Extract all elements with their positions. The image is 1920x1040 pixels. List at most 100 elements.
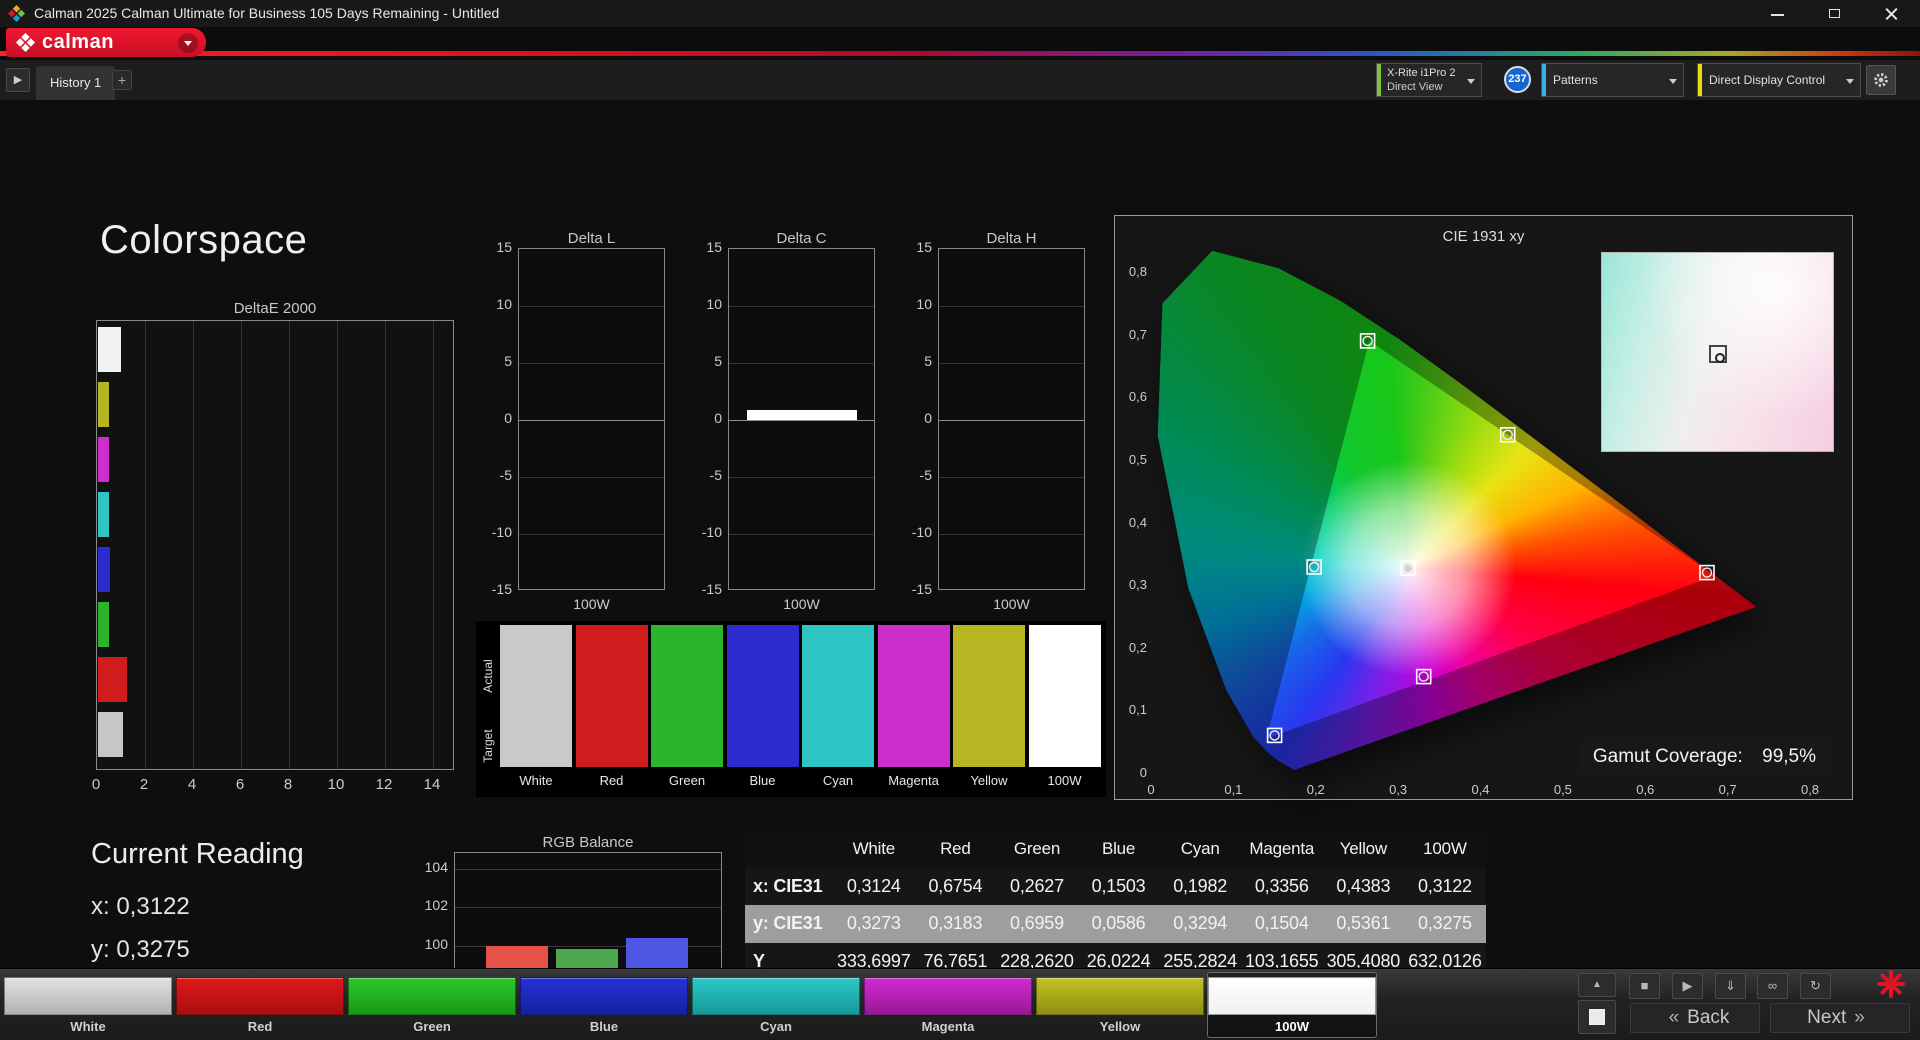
maximize-icon	[1829, 9, 1840, 18]
pattern-button-magenta[interactable]: Magenta	[864, 973, 1032, 1037]
pattern-swatch	[520, 977, 688, 1015]
link-button[interactable]: ∞	[1757, 973, 1788, 999]
deltae-bar-red	[98, 657, 127, 702]
calman-logo[interactable]: calman	[6, 28, 206, 57]
axis-tick-label: 0,1	[1224, 782, 1243, 797]
table-corner-cell	[745, 830, 833, 868]
pattern-button-white[interactable]: White	[4, 973, 172, 1037]
measured-point-blue	[1269, 730, 1280, 741]
logo-menu-button[interactable]	[178, 32, 198, 53]
pattern-button-green[interactable]: Green	[348, 973, 516, 1037]
gridline	[939, 534, 1084, 535]
table-row: y: CIE31 0,3273 0,3183 0,6959 0,0586 0,3294 0,…	[745, 905, 1486, 943]
axis-tick-label: 2	[139, 776, 149, 793]
delta-chart-delta-l: Delta L 15 10 5 0 -5 -10 -15 100W	[474, 230, 669, 620]
gridline	[337, 321, 338, 769]
table-cell: 0,3273	[846, 913, 901, 934]
gamut-coverage: Gamut Coverage: 99,5%	[1578, 741, 1830, 773]
minimize-icon	[1771, 14, 1784, 16]
pattern-up-button[interactable]: ▲	[1578, 973, 1616, 997]
refresh-button[interactable]: ↻	[1800, 973, 1831, 999]
axis-tick-label: 5	[714, 353, 722, 369]
axis-tick-label: 104	[424, 859, 448, 875]
deltae-bar-100w	[98, 327, 122, 372]
axis-tick-label: 0,1	[1128, 702, 1147, 718]
next-label: Next	[1807, 1007, 1847, 1028]
column-header: Cyan	[1180, 839, 1220, 858]
stop-button[interactable]: ■	[1629, 973, 1660, 999]
axis-label: 100W	[573, 596, 610, 612]
maximize-button[interactable]	[1806, 0, 1863, 27]
measured-point-cyan	[1308, 561, 1320, 573]
axis-tick-label: -15	[491, 581, 512, 597]
axis-tick-label: 12	[375, 776, 393, 793]
axis-tick-label: 4	[187, 776, 197, 793]
strip-swatch-label: Cyan	[822, 773, 854, 788]
close-button[interactable]	[1863, 0, 1920, 27]
play-button[interactable]: ▶	[1672, 973, 1703, 999]
pattern-button-100w[interactable]: 100W	[1207, 972, 1377, 1038]
save-button[interactable]: ⇓	[1715, 973, 1746, 999]
meter-dropdown[interactable]: X-Rite i1Pro 2 Direct View	[1376, 63, 1482, 97]
pattern-swatch	[864, 977, 1032, 1015]
axis-tick-label: -5	[709, 467, 722, 483]
axis-tick-label: -15	[911, 581, 932, 597]
strip-swatch-label: White	[519, 773, 553, 788]
deltae-bar-green	[98, 602, 109, 647]
pattern-button-red[interactable]: Red	[176, 973, 344, 1037]
pattern-window-button[interactable]	[1578, 1000, 1616, 1034]
gridline	[729, 420, 874, 421]
measured-point-yellow	[1502, 429, 1513, 441]
axis-tick-label: 0	[714, 410, 722, 426]
table-cell: 0,3275	[1418, 913, 1472, 934]
pattern-button-yellow[interactable]: Yellow	[1036, 973, 1204, 1037]
pattern-swatch	[348, 977, 516, 1015]
display-control-accent-bar	[1698, 64, 1702, 96]
axis-tick-label: 15	[706, 239, 722, 255]
history-nav-button[interactable]: ▶	[6, 68, 30, 92]
gridline	[939, 420, 1084, 421]
minimize-button[interactable]	[1749, 0, 1806, 27]
chart-frame	[728, 248, 875, 590]
chart-title: Delta H	[986, 230, 1037, 247]
axis-tick-label: -5	[499, 467, 512, 483]
strip-swatch-label: Magenta	[888, 773, 939, 788]
pattern-label: Cyan	[760, 1019, 792, 1034]
deltae-bar-white	[98, 712, 124, 757]
gridline	[145, 321, 146, 769]
measured-point-red	[1701, 567, 1713, 578]
tab-bar: ▶ History 1 + X-Rite i1Pro 2 Direct View…	[0, 60, 1920, 100]
next-button[interactable]: Next »	[1770, 1003, 1910, 1033]
pattern-button-cyan[interactable]: Cyan	[692, 973, 860, 1037]
gridline	[433, 321, 434, 769]
tab-history-1[interactable]: History 1	[36, 66, 116, 100]
pattern-label: Blue	[589, 1019, 619, 1034]
gridline	[289, 321, 290, 769]
calman-burst-icon	[1877, 970, 1905, 998]
strip-swatch-label: Yellow	[970, 773, 1008, 788]
cie-yaxis: 0,8 0,7 0,6 0,5 0,4 0,3 0,2 0,1 0	[1117, 216, 1147, 801]
delta-bar	[747, 409, 857, 420]
table-cell: 0,1982	[1173, 876, 1228, 896]
settings-button[interactable]	[1866, 65, 1896, 95]
pattern-label: White	[70, 1019, 106, 1034]
pattern-button-blue[interactable]: Blue	[520, 973, 688, 1037]
axis-tick-label: 14	[423, 776, 441, 793]
back-button[interactable]: « Back	[1630, 1003, 1760, 1033]
strip-swatch-red	[575, 625, 648, 767]
meter-count-badge[interactable]: 237	[1504, 66, 1531, 93]
patterns-dropdown[interactable]: Patterns	[1541, 63, 1684, 97]
strip-actual-label: Actual	[481, 659, 495, 693]
add-tab-button[interactable]: +	[112, 70, 132, 90]
axis-tick-label: 0,3	[1128, 577, 1147, 593]
strip-swatch-green	[651, 625, 723, 767]
deltae-chart-title: DeltaE 2000	[233, 300, 317, 317]
window-title: Calman 2025 Calman Ultimate for Business…	[34, 5, 500, 21]
actual-target-strip: Actual Target White Red Green Blue Cyan Magen…	[476, 621, 1106, 797]
transport-controls: ▲ ■ ▶ ⇓ ∞ ↻ « Back Next »	[1570, 969, 1920, 1040]
strip-swatch-label: Red	[599, 773, 624, 788]
main-area: Colorspace DeltaE 2000 0 2 4 6 8 10 12 14 Delta…	[0, 100, 1920, 1040]
logo-wordmark: calman	[42, 31, 114, 53]
display-control-dropdown[interactable]: Direct Display Control	[1697, 63, 1861, 97]
calman-app-icon	[8, 5, 25, 22]
